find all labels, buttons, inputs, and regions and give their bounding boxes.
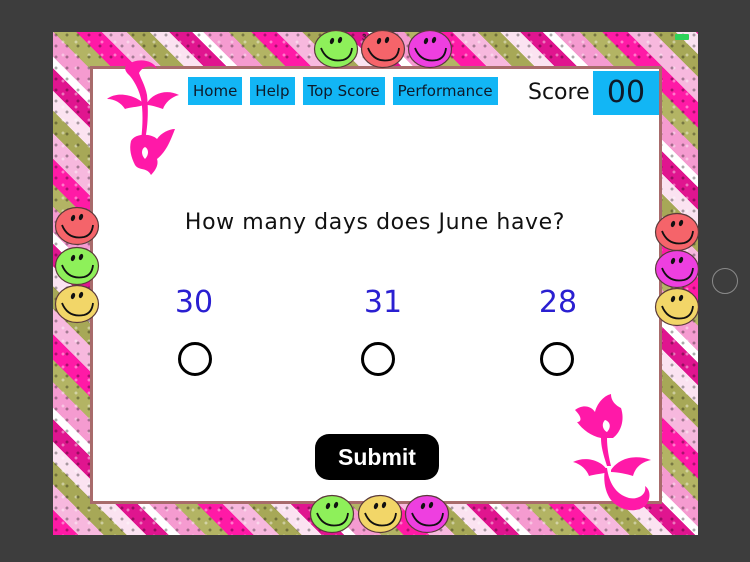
- flower-decoration-bottom-right: [573, 394, 651, 511]
- score-label: Score: [528, 80, 590, 105]
- smiley-face-icon-top-1: [313, 29, 359, 69]
- smiley-face-icon-left-3: [54, 284, 100, 324]
- top-score-button[interactable]: Top Score: [302, 77, 385, 105]
- smiley-face-icon-top-2: [360, 29, 406, 69]
- top-nav: Home Help Top Score Performance: [188, 77, 498, 105]
- option-radio-3[interactable]: [540, 342, 574, 376]
- smiley-face-icon-right-3: [654, 287, 700, 327]
- option-radio-1[interactable]: [178, 342, 212, 376]
- device-home-button[interactable]: [712, 268, 738, 294]
- option-value-3: 28: [538, 285, 578, 320]
- smiley-face-icon-left-1: [54, 206, 100, 246]
- help-button[interactable]: Help: [250, 77, 295, 105]
- smiley-face-icon-left-2: [54, 246, 100, 286]
- home-button[interactable]: Home: [188, 77, 243, 105]
- smiley-face-icon-bottom-2: [357, 494, 403, 534]
- question-text: How many days does June have?: [184, 210, 566, 235]
- option-value-2: 31: [363, 285, 403, 320]
- score-value: 00: [593, 71, 659, 115]
- performance-button[interactable]: Performance: [392, 77, 498, 105]
- smiley-face-icon-right-1: [654, 212, 700, 252]
- smiley-face-icon-bottom-1: [309, 494, 355, 534]
- smiley-face-icon-top-3: [407, 29, 453, 69]
- option-radio-2[interactable]: [361, 342, 395, 376]
- smiley-face-icon-right-2: [654, 249, 700, 289]
- battery-icon: [675, 34, 689, 40]
- smiley-face-icon-bottom-3: [404, 494, 450, 534]
- option-value-1: 30: [174, 285, 214, 320]
- flower-decoration-top-left: [107, 60, 179, 175]
- submit-button[interactable]: Submit: [315, 434, 439, 480]
